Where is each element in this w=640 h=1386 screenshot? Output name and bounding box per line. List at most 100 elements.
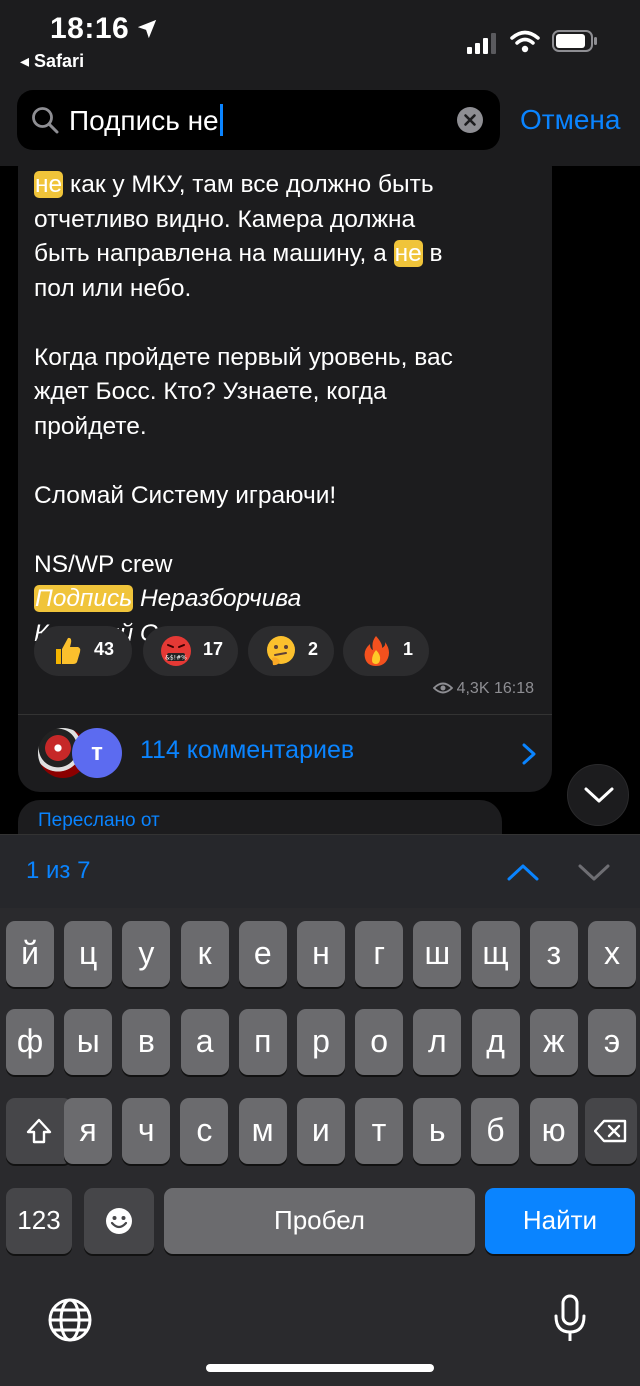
chat-area: не как у МКУ, там все должно быть отчетл… xyxy=(0,166,640,834)
location-arrow-icon xyxy=(137,19,157,39)
key-д[interactable]: д xyxy=(471,1009,520,1075)
search-results-bar: 1 из 7 xyxy=(0,834,640,908)
key-г[interactable]: г xyxy=(355,921,404,987)
search-highlight: не xyxy=(393,240,423,267)
space-key[interactable]: Пробел xyxy=(164,1188,475,1254)
key-р[interactable]: р xyxy=(297,1009,345,1075)
key-ы[interactable]: ы xyxy=(64,1009,113,1075)
fire-icon xyxy=(364,636,389,666)
message-line: ждет Босс. Кто? Узнаете, когда xyxy=(34,378,387,405)
key-в[interactable]: в xyxy=(122,1009,171,1075)
status-bar: 18:16 ◂ Safari xyxy=(0,0,640,80)
search-query: Подпись не xyxy=(69,105,219,136)
key-х[interactable]: х xyxy=(588,921,636,987)
key-ц[interactable]: ц xyxy=(64,921,113,987)
key-и[interactable]: и xyxy=(296,1098,345,1164)
search-header: Подпись не Отмена xyxy=(0,80,640,166)
reaction-cursing[interactable]: &$!#% 17 xyxy=(143,626,238,676)
search-input[interactable]: Подпись не xyxy=(17,90,500,150)
message-line: пол или небо. xyxy=(34,274,192,302)
key-ч[interactable]: ч xyxy=(122,1098,171,1164)
status-time: 18:16 xyxy=(50,12,130,45)
reaction-count: 43 xyxy=(94,639,115,659)
message-meta: 4,3K 16:18 xyxy=(432,680,534,698)
message-line: Сломай Систему играючи! xyxy=(34,481,337,509)
key-н[interactable]: н xyxy=(297,921,345,987)
message-line: отчетливо видно. Камера должна xyxy=(34,205,416,233)
message-line: как у МКУ, там все должно быть xyxy=(63,171,434,198)
message-time: 16:18 xyxy=(493,680,534,697)
shift-key[interactable] xyxy=(6,1098,72,1164)
thinking-face-icon xyxy=(267,636,295,666)
text-cursor xyxy=(219,104,223,136)
key-ф[interactable]: ф xyxy=(6,1009,54,1075)
thumbs-up-icon xyxy=(56,637,81,664)
key-й[interactable]: й xyxy=(6,921,54,987)
search-submit-button[interactable]: Найти xyxy=(485,1188,635,1254)
scroll-down-button[interactable] xyxy=(567,764,629,826)
key-а[interactable]: а xyxy=(180,1009,229,1075)
signature-crew: NS/WP crew xyxy=(34,550,173,578)
battery-icon xyxy=(552,30,597,52)
message-line: пройдете. xyxy=(34,412,147,440)
numbers-key[interactable]: 123 xyxy=(6,1188,72,1254)
key-ж[interactable]: ж xyxy=(529,1009,578,1075)
cancel-button[interactable]: Отмена xyxy=(520,104,620,136)
key-б[interactable]: б xyxy=(471,1098,520,1164)
back-to-safari-link[interactable]: ◂ Safari xyxy=(20,51,84,72)
key-ш[interactable]: ш xyxy=(413,921,462,987)
svg-text:&$!#%: &$!#% xyxy=(165,655,187,662)
message-line: быть направлена на машину, а xyxy=(34,240,394,267)
microphone-icon[interactable] xyxy=(553,1294,587,1344)
key-щ[interactable]: щ xyxy=(471,921,520,987)
key-ь[interactable]: ь xyxy=(413,1098,462,1164)
message-text: не как у МКУ, там все должно быть отчетл… xyxy=(34,168,534,651)
key-э[interactable]: э xyxy=(588,1009,636,1075)
shift-icon xyxy=(26,1118,52,1144)
message-line: в xyxy=(422,240,443,267)
key-у[interactable]: у xyxy=(122,921,171,987)
globe-icon[interactable] xyxy=(46,1296,94,1344)
key-л[interactable]: л xyxy=(413,1009,462,1075)
next-message-bubble[interactable]: Переслано от xyxy=(18,800,502,834)
forwarded-label: Переслано от xyxy=(38,810,160,831)
divider xyxy=(18,714,552,715)
search-icon xyxy=(32,107,59,134)
key-я[interactable]: я xyxy=(64,1098,112,1164)
emoji-icon xyxy=(106,1208,132,1234)
key-о[interactable]: о xyxy=(355,1009,404,1075)
search-highlight: не xyxy=(34,171,64,198)
comments-link[interactable]: т 114 комментариев xyxy=(18,716,552,792)
reaction-fire[interactable]: 1 xyxy=(343,626,429,676)
reaction-count: 1 xyxy=(403,639,414,659)
chevron-right-icon xyxy=(522,743,536,765)
emoji-key[interactable] xyxy=(84,1188,154,1254)
key-т[interactable]: т xyxy=(355,1098,403,1164)
key-м[interactable]: м xyxy=(238,1098,287,1164)
message-bubble[interactable]: не как у МКУ, там все должно быть отчетл… xyxy=(18,166,552,792)
key-к[interactable]: к xyxy=(180,921,229,987)
key-с[interactable]: с xyxy=(180,1098,229,1164)
key-ю[interactable]: ю xyxy=(529,1098,578,1164)
views-count: 4,3K xyxy=(456,680,490,697)
chevron-down-icon xyxy=(584,787,614,803)
clear-icon[interactable] xyxy=(457,107,483,133)
avatar: т xyxy=(72,728,122,778)
chevron-up-icon[interactable] xyxy=(505,861,541,883)
signal-icon xyxy=(467,33,496,54)
search-highlight-current: Подпись xyxy=(34,585,134,612)
chevron-down-icon[interactable] xyxy=(576,861,612,883)
key-п[interactable]: п xyxy=(238,1009,287,1075)
delete-key[interactable] xyxy=(585,1098,637,1164)
signature-text: Неразборчива xyxy=(133,585,302,612)
reaction-thumbs-up[interactable]: 43 xyxy=(34,626,132,676)
wifi-icon xyxy=(510,30,540,53)
key-з[interactable]: з xyxy=(529,921,578,987)
home-indicator xyxy=(206,1364,434,1372)
backspace-icon xyxy=(594,1119,627,1143)
reaction-thinking[interactable]: 2 xyxy=(248,626,334,676)
reaction-count: 2 xyxy=(308,639,319,659)
cursing-face-icon: &$!#% xyxy=(161,636,191,666)
key-е[interactable]: е xyxy=(238,921,287,987)
views-eye-icon xyxy=(432,682,453,694)
